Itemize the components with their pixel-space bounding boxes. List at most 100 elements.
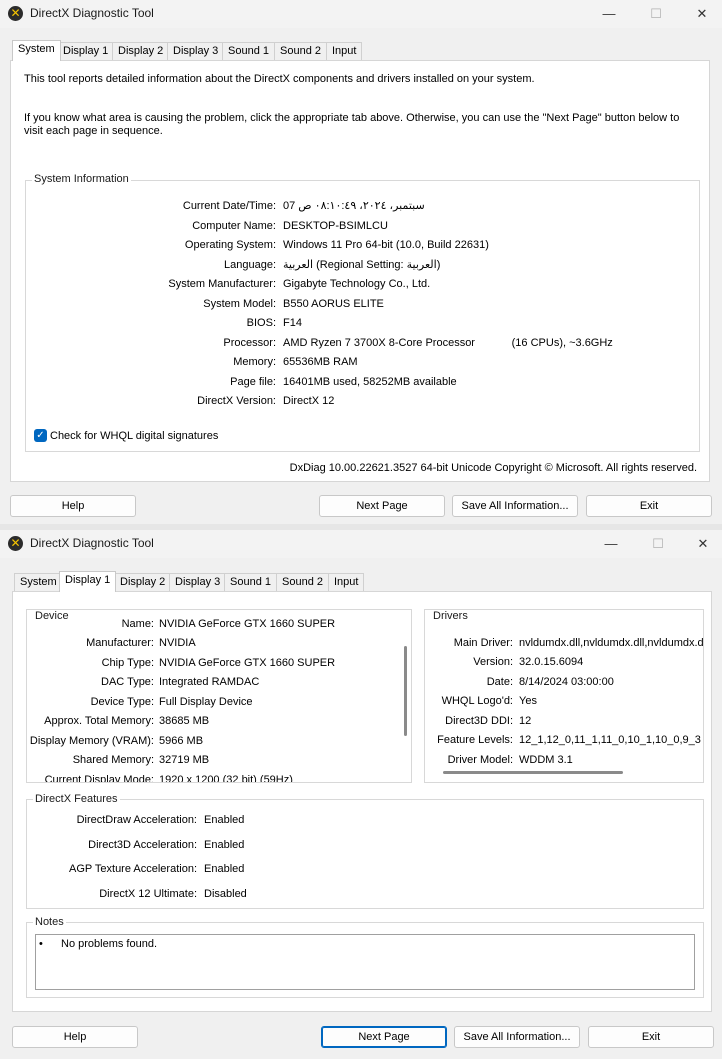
next-page-button[interactable]: Next Page bbox=[321, 1026, 447, 1048]
value-name: NVIDIA GeForce GTX 1660 SUPER bbox=[159, 618, 336, 630]
value-bios: F14 bbox=[283, 317, 302, 329]
value-current-date-time: سبتمبر، ٢٠٢٤، ٠٨:١٠:٤٩ ص 07 bbox=[283, 200, 425, 212]
label-processor: Processor: bbox=[223, 337, 276, 349]
label-memory: Memory: bbox=[233, 356, 276, 368]
tab-display-2[interactable]: Display 2 bbox=[114, 573, 172, 592]
save-all-information-button[interactable]: Save All Information... bbox=[454, 1026, 580, 1048]
notes-text: No problems found. bbox=[61, 938, 157, 950]
value-system-manufacturer: Gigabyte Technology Co., Ltd. bbox=[283, 278, 431, 290]
close-icon[interactable]: ✕ bbox=[690, 533, 716, 555]
label-main-driver: Main Driver: bbox=[453, 637, 513, 649]
device-scrollbar[interactable] bbox=[404, 646, 407, 736]
tab-sound-2[interactable]: Sound 2 bbox=[274, 42, 327, 61]
label-current-date-time: Current Date/Time: bbox=[182, 200, 276, 212]
label-direct3d-ddi: Direct3D DDI: bbox=[445, 715, 513, 727]
value-operating-system: Windows 11 Pro 64-bit (10.0, Build 22631… bbox=[283, 239, 489, 251]
group-title: Notes bbox=[33, 916, 66, 928]
exit-button[interactable]: Exit bbox=[586, 495, 712, 517]
display-tab-panel: Device Name: NVIDIA GeForce GTX 1660 SUP… bbox=[12, 591, 712, 1012]
label-directx-12-ultimate: DirectX 12 Ultimate: bbox=[99, 888, 197, 900]
minimize-icon[interactable]: — bbox=[596, 3, 622, 25]
tab-input[interactable]: Input bbox=[328, 573, 365, 592]
label-approx-total-memory: Approx. Total Memory: bbox=[44, 715, 154, 727]
value-manufacturer: NVIDIA bbox=[159, 637, 196, 649]
next-page-button[interactable]: Next Page bbox=[319, 495, 445, 517]
title-bar[interactable]: ✕ DirectX Diagnostic Tool — ☐ ✕ bbox=[0, 530, 722, 558]
tab-display-3[interactable]: Display 3 bbox=[167, 42, 225, 61]
tab-system[interactable]: System bbox=[14, 573, 63, 592]
value-computer-name: DESKTOP-BSIMLCU bbox=[283, 220, 388, 232]
tab-sound-1[interactable]: Sound 1 bbox=[222, 42, 275, 61]
label-name: Name: bbox=[121, 618, 154, 630]
system-tab-panel: This tool reports detailed information a… bbox=[10, 60, 710, 482]
drivers-scrollbar[interactable] bbox=[443, 771, 623, 774]
value-direct3d-acceleration: Enabled bbox=[204, 839, 245, 851]
help-button[interactable]: Help bbox=[10, 495, 136, 517]
value-shared-memory: 32719 MB bbox=[159, 754, 210, 766]
notes-textbox[interactable]: • No problems found. bbox=[35, 934, 695, 990]
label-dac-type: DAC Type: bbox=[101, 676, 154, 688]
label-shared-memory: Shared Memory: bbox=[72, 754, 154, 766]
tab-display-2[interactable]: Display 2 bbox=[112, 42, 170, 61]
group-title: System Information bbox=[32, 173, 131, 185]
label-agp-texture-acceleration: AGP Texture Acceleration: bbox=[69, 863, 197, 875]
maximize-icon: ☐ bbox=[650, 6, 662, 21]
dxdiag-window-display: ✕ DirectX Diagnostic Tool — ☐ ✕ System D… bbox=[0, 530, 722, 1059]
title-bar[interactable]: ✕ DirectX Diagnostic Tool — ☐ ✕ bbox=[0, 0, 722, 28]
label-device-type: Device Type: bbox=[90, 696, 154, 708]
maximize-icon: ☐ bbox=[652, 536, 664, 551]
device-group: Device Name: NVIDIA GeForce GTX 1660 SUP… bbox=[26, 609, 412, 783]
label-directx-version: DirectX Version: bbox=[197, 395, 276, 407]
label-system-manufacturer: System Manufacturer: bbox=[168, 278, 276, 290]
label-bios: BIOS: bbox=[246, 317, 276, 329]
tab-display-1[interactable]: Display 1 bbox=[57, 42, 115, 61]
group-title: Drivers bbox=[431, 610, 470, 622]
label-current-display-mode: Current Display Mode: bbox=[44, 774, 154, 783]
help-button[interactable]: Help bbox=[12, 1026, 138, 1048]
intro-text-2: If you know what area is causing the pro… bbox=[24, 112, 680, 137]
label-language: Language: bbox=[224, 259, 276, 271]
whql-checkbox-label[interactable]: Check for WHQL digital signatures bbox=[50, 428, 218, 444]
dxdiag-window-system: ✕ DirectX Diagnostic Tool — ☐ ✕ System D… bbox=[0, 0, 722, 524]
value-approx-total-memory: 38685 MB bbox=[159, 715, 210, 727]
tab-system[interactable]: System bbox=[12, 40, 61, 61]
label-feature-levels: Feature Levels: bbox=[437, 734, 513, 746]
label-computer-name: Computer Name: bbox=[192, 220, 276, 232]
value-system-model: B550 AORUS ELITE bbox=[283, 298, 384, 310]
label-whql-logod: WHQL Logo'd: bbox=[441, 695, 513, 707]
value-main-driver: nvldumdx.dll,nvldumdx.dll,nvldumdx.d bbox=[519, 637, 704, 649]
minimize-icon[interactable]: — bbox=[598, 533, 624, 555]
value-whql-logod: Yes bbox=[519, 695, 537, 707]
tab-display-3[interactable]: Display 3 bbox=[169, 573, 227, 592]
value-chip-type: NVIDIA GeForce GTX 1660 SUPER bbox=[159, 657, 336, 669]
tab-sound-1[interactable]: Sound 1 bbox=[224, 573, 277, 592]
tab-input[interactable]: Input bbox=[326, 42, 363, 61]
drivers-group: Drivers Main Driver: nvldumdx.dll,nvldum… bbox=[424, 609, 704, 783]
exit-button[interactable]: Exit bbox=[588, 1026, 714, 1048]
label-system-model: System Model: bbox=[203, 298, 276, 310]
whql-checkbox[interactable]: ✓ bbox=[34, 429, 47, 442]
label-chip-type: Chip Type: bbox=[101, 657, 154, 669]
save-all-information-button[interactable]: Save All Information... bbox=[452, 495, 578, 517]
value-agp-texture-acceleration: Enabled bbox=[204, 863, 245, 875]
tab-sound-2[interactable]: Sound 2 bbox=[276, 573, 329, 592]
tab-display-1[interactable]: Display 1 bbox=[59, 571, 117, 592]
value-display-memory: 5966 MB bbox=[159, 735, 204, 747]
intro-text-1: This tool reports detailed information a… bbox=[24, 73, 535, 85]
notes-bullet: • bbox=[39, 938, 43, 950]
copyright-footer: DxDiag 10.00.22621.3527 64-bit Unicode C… bbox=[289, 462, 697, 474]
label-display-memory: Display Memory (VRAM): bbox=[29, 735, 154, 747]
label-manufacturer: Manufacturer: bbox=[86, 637, 154, 649]
window-title: DirectX Diagnostic Tool bbox=[30, 6, 154, 20]
value-feature-levels: 12_1,12_0,11_1,11_0,10_1,10_0,9_3 bbox=[519, 734, 701, 746]
label-operating-system: Operating System: bbox=[184, 239, 276, 251]
label-driver-model: Driver Model: bbox=[447, 754, 513, 766]
value-version: 32.0.15.6094 bbox=[519, 656, 584, 668]
value-dac-type: Integrated RAMDAC bbox=[159, 676, 260, 688]
close-icon[interactable]: ✕ bbox=[689, 3, 715, 25]
directx-app-icon: ✕ bbox=[8, 536, 23, 551]
value-date: 8/14/2024 03:00:00 bbox=[519, 676, 614, 688]
label-directdraw-acceleration: DirectDraw Acceleration: bbox=[76, 814, 197, 826]
label-version: Version: bbox=[473, 656, 513, 668]
value-directx-12-ultimate: Disabled bbox=[204, 888, 247, 900]
